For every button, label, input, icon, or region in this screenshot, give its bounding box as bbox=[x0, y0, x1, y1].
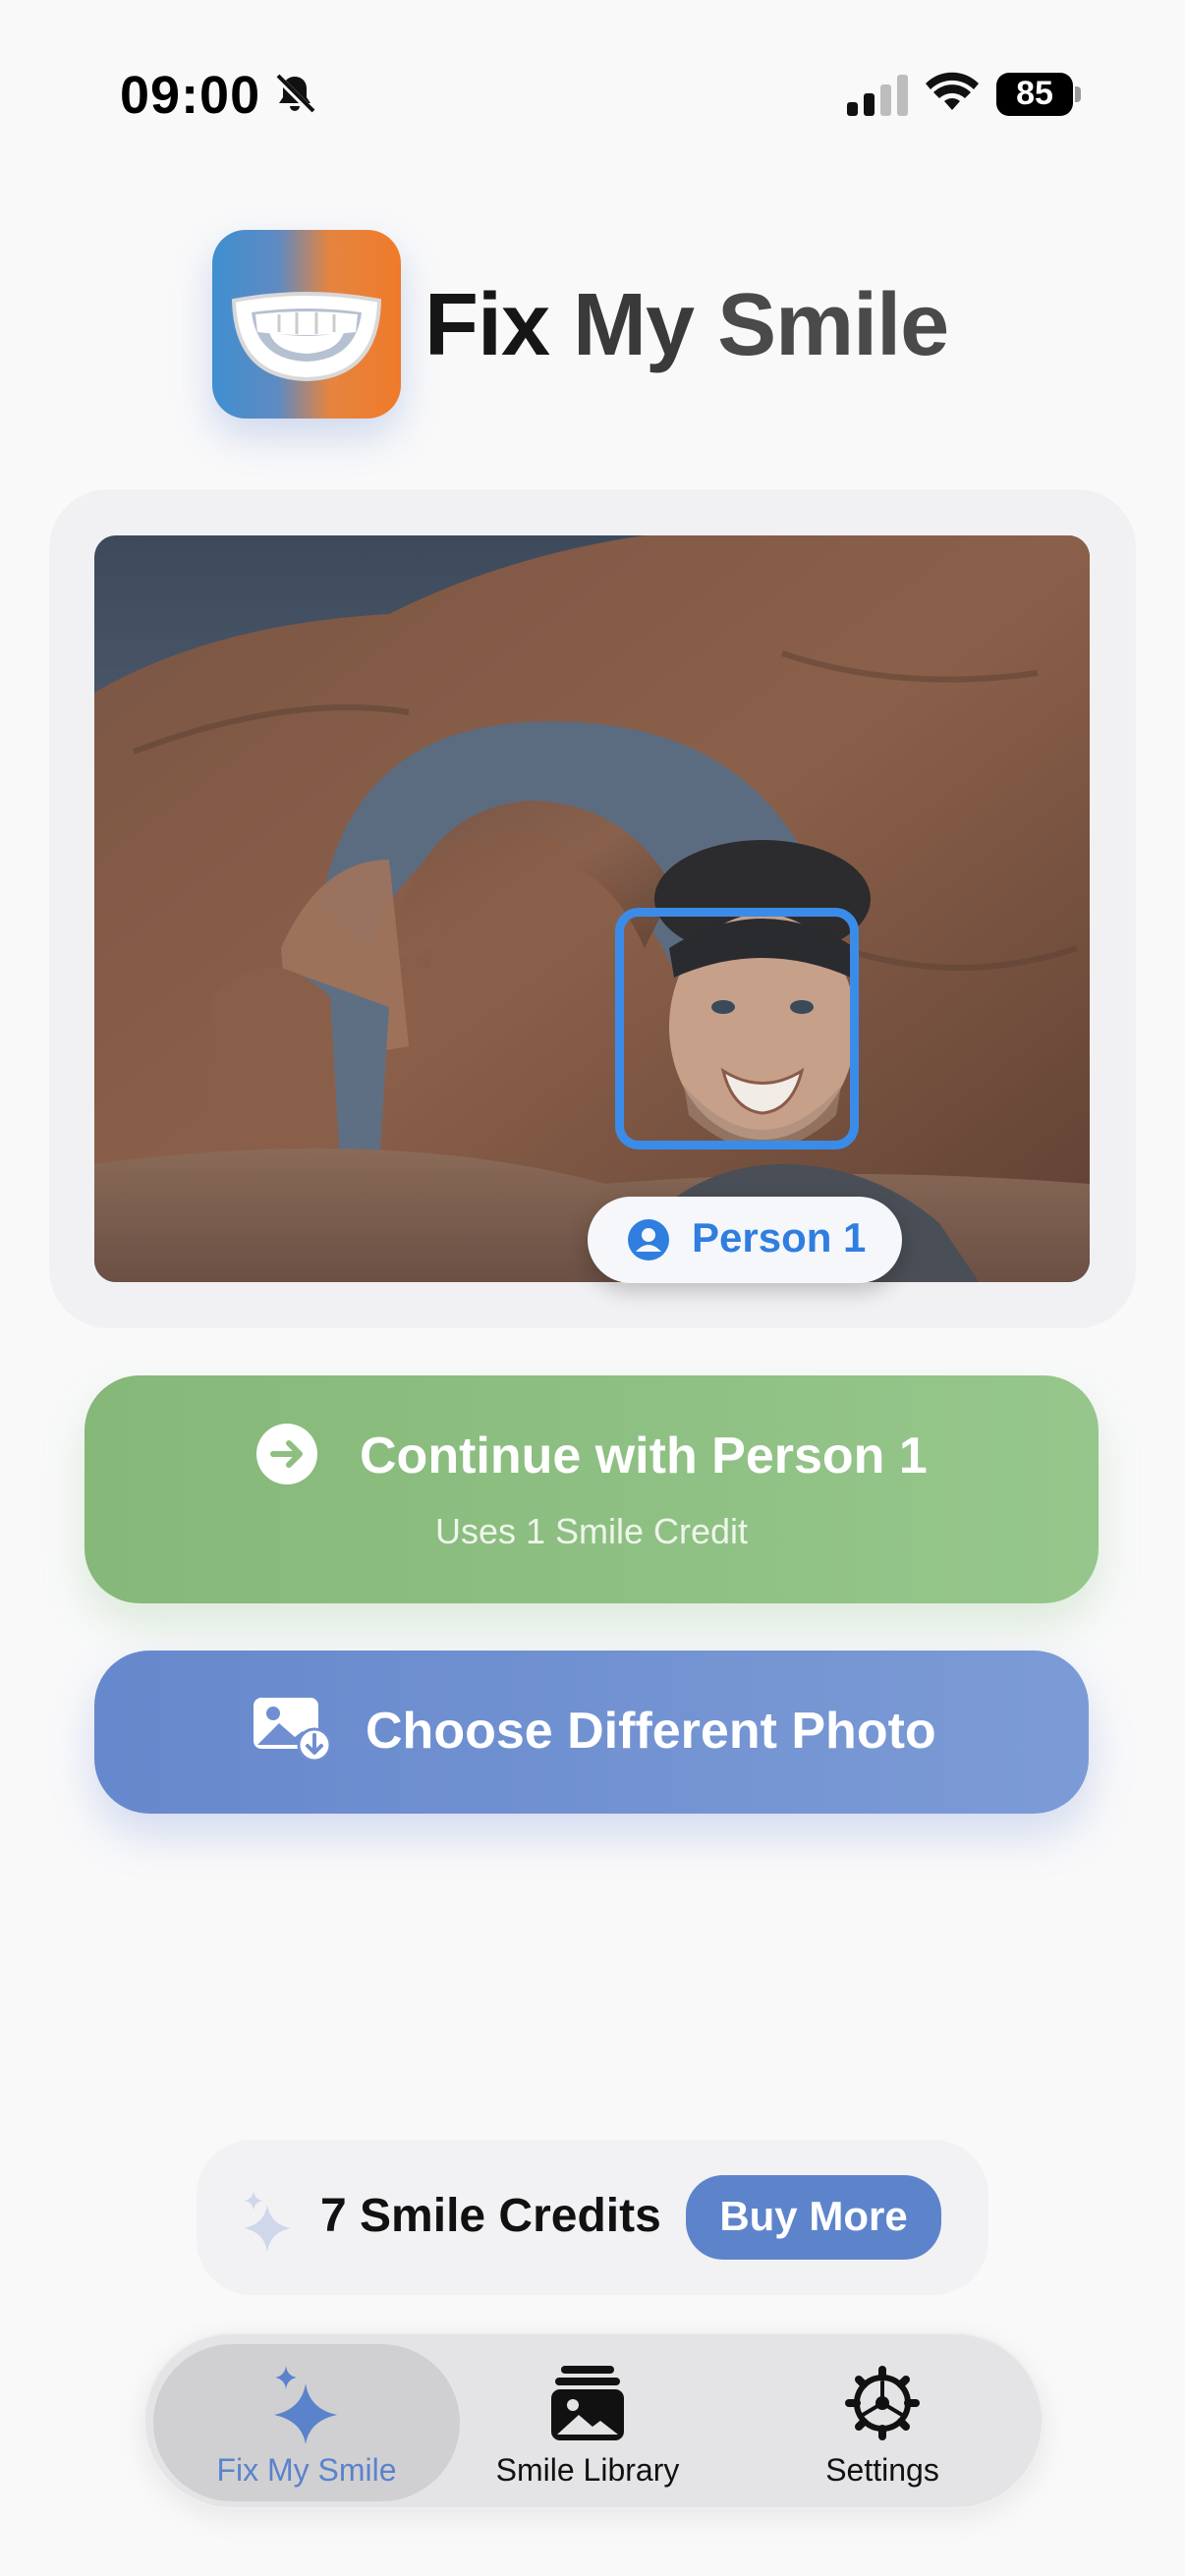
wifi-icon bbox=[926, 72, 979, 110]
tab-smile-library[interactable]: Smile Library bbox=[444, 2344, 731, 2501]
photo-stack-icon bbox=[551, 2366, 624, 2440]
bell-slash-icon bbox=[274, 74, 315, 115]
buy-more-label: Buy More bbox=[719, 2193, 908, 2239]
person-selector-pill[interactable]: Person 1 bbox=[588, 1197, 902, 1283]
continue-subtitle: Uses 1 Smile Credit bbox=[434, 1511, 749, 1551]
battery-level: 85 bbox=[1016, 75, 1053, 112]
cellular-signal-icon bbox=[847, 75, 908, 116]
tab-fix-my-smile[interactable]: Fix My Smile bbox=[153, 2344, 460, 2501]
gear-icon bbox=[845, 2366, 920, 2440]
selected-photo[interactable] bbox=[94, 535, 1090, 1282]
tab-settings[interactable]: Settings bbox=[735, 2344, 1030, 2501]
smile-app-icon bbox=[212, 230, 401, 419]
credits-card: 7 Smile Credits Buy More bbox=[197, 2140, 988, 2295]
tab-label-fix-my-smile: Fix My Smile bbox=[216, 2452, 397, 2488]
choose-different-photo-button[interactable]: Choose Different Photo bbox=[94, 1651, 1089, 1814]
buy-more-button[interactable]: Buy More bbox=[686, 2175, 941, 2260]
sparkles-icon bbox=[274, 2366, 337, 2444]
tab-bar: Fix My Smile Smile Library Settings bbox=[143, 2332, 1044, 2509]
tab-label-settings: Settings bbox=[825, 2452, 939, 2488]
title-part-my: My bbox=[573, 276, 718, 374]
app-title: Fix My Smile bbox=[424, 275, 949, 376]
title-part-smile: Smile bbox=[717, 276, 949, 374]
choose-different-photo-label: Choose Different Photo bbox=[366, 1703, 936, 1760]
photo-download-icon bbox=[254, 1698, 332, 1761]
person-circle-icon bbox=[628, 1219, 669, 1260]
battery-icon: 85 bbox=[996, 73, 1081, 116]
tab-label-smile-library: Smile Library bbox=[495, 2452, 680, 2488]
continue-button[interactable]: Continue with Person 1 Uses 1 Smile Cred… bbox=[85, 1375, 1099, 1603]
status-bar: 09:00 85 bbox=[0, 0, 1185, 187]
smile-credits-count: 7 Smile Credits bbox=[320, 2190, 661, 2242]
title-part-fix: Fix bbox=[424, 276, 574, 374]
sparkles-icon bbox=[244, 2191, 291, 2252]
arrow-right-circle-icon bbox=[256, 1424, 317, 1484]
person-label: Person 1 bbox=[692, 1214, 867, 1260]
face-selection-box[interactable] bbox=[615, 908, 859, 1149]
continue-label: Continue with Person 1 bbox=[360, 1428, 928, 1484]
status-time: 09:00 bbox=[120, 66, 261, 125]
